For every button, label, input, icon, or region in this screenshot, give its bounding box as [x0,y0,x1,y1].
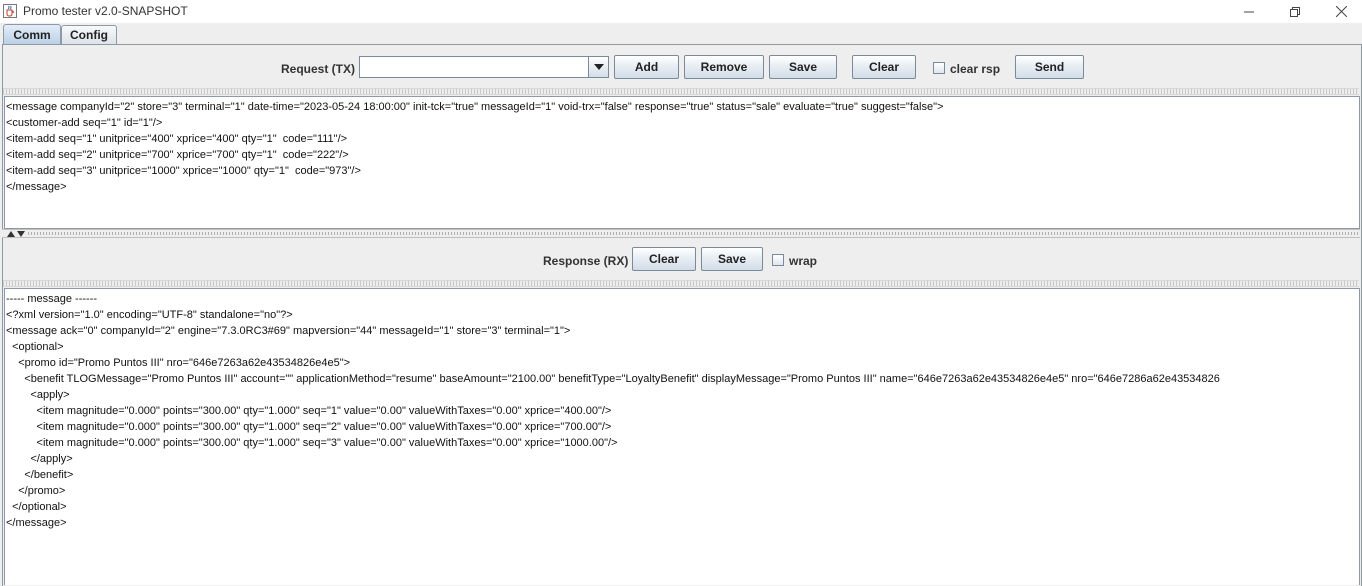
clear-request-button[interactable]: Clear [852,55,916,79]
request-textarea[interactable]: <message companyId="2" store="3" termina… [4,96,1360,229]
request-combo[interactable] [359,56,609,78]
remove-button[interactable]: Remove [684,55,764,79]
minimize-button[interactable] [1226,0,1272,23]
save-request-button[interactable]: Save [769,55,837,79]
restore-button[interactable] [1272,0,1318,23]
clear-rsp-checkbox[interactable] [933,62,945,74]
tab-comm[interactable]: Comm [3,24,61,45]
send-button[interactable]: Send [1015,55,1084,79]
request-toolbar-divider [3,88,1359,95]
minimize-icon [1244,11,1254,12]
restore-icon [1290,6,1300,17]
clear-response-button[interactable]: Clear [632,247,696,271]
tab-strip: Comm Config [0,23,1362,45]
java-cup-icon [3,4,17,18]
clear-rsp-label: clear rsp [950,62,1001,76]
response-text: ----- message ------ <?xml version="1.0"… [6,293,1220,529]
window-title: Promo tester v2.0-SNAPSHOT [23,4,188,18]
split-pane-divider[interactable] [2,229,1360,238]
wrap-checkbox[interactable] [772,254,784,266]
save-response-button[interactable]: Save [701,247,763,271]
combo-dropdown-button[interactable] [588,57,608,77]
response-label: Response (RX) [543,254,629,268]
expand-down-icon[interactable] [17,231,25,237]
close-icon [1335,6,1347,17]
request-text: <message companyId="2" store="3" termina… [6,101,944,193]
wrap-label: wrap [789,254,818,268]
tab-config[interactable]: Config [61,25,117,44]
close-button[interactable] [1318,0,1362,23]
title-bar: Promo tester v2.0-SNAPSHOT [0,0,1362,23]
response-textarea[interactable]: ----- message ------ <?xml version="1.0"… [4,288,1360,585]
split-grip [28,232,1360,235]
response-toolbar-divider [3,280,1359,287]
add-button[interactable]: Add [614,55,679,79]
request-label: Request (TX) [281,62,356,76]
expand-up-icon[interactable] [7,231,15,237]
chevron-down-icon [593,64,604,70]
